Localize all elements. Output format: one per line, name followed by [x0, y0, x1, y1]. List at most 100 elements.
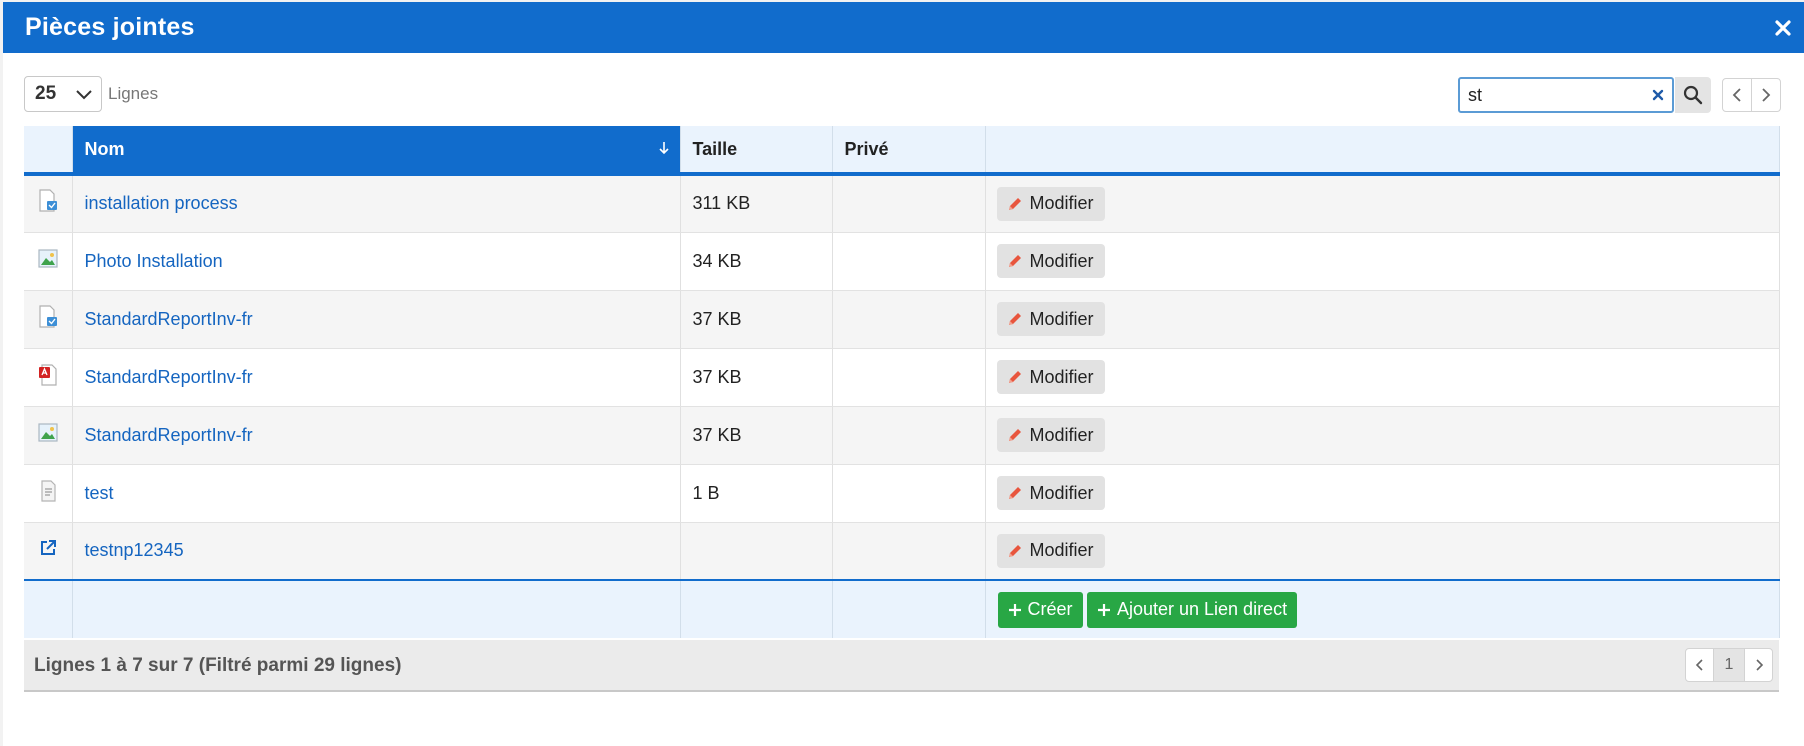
icon-column-header: [24, 126, 73, 176]
private-cell: [832, 522, 986, 581]
private-cell: [832, 348, 986, 407]
file-name-link[interactable]: testnp12345: [85, 540, 184, 560]
pdf-icon: [37, 363, 59, 391]
footer-cell: [680, 579, 833, 638]
file-name-link[interactable]: installation process: [85, 193, 238, 213]
page-length-select[interactable]: 25: [24, 76, 102, 112]
search-icon: [1683, 85, 1703, 105]
column-header-size[interactable]: Taille: [680, 126, 833, 176]
add-direct-link-button[interactable]: Ajouter un Lien direct: [1086, 591, 1298, 628]
search-box: [1458, 77, 1674, 113]
edit-button-label: Modifier: [1029, 366, 1094, 387]
name-cell: StandardReportInv-fr: [72, 348, 681, 407]
edit-button[interactable]: Modifier: [996, 418, 1105, 452]
file-name-link[interactable]: StandardReportInv-fr: [85, 309, 253, 329]
edit-button-label: Modifier: [1029, 482, 1094, 503]
next-page-button[interactable]: [1744, 648, 1773, 682]
file-name-link[interactable]: StandardReportInv-fr: [85, 367, 253, 387]
table-info-text: Lignes 1 à 7 sur 7 (Filtré parmi 29 lign…: [34, 655, 402, 676]
chevron-left-icon: [1695, 659, 1703, 671]
actions-cell: Modifier: [985, 464, 1780, 523]
file-type-cell: [24, 522, 73, 581]
plus-icon: [1008, 603, 1021, 616]
table-row: StandardReportInv-fr 37 KB Modifier: [24, 290, 1780, 349]
size-cell: [680, 522, 833, 581]
page-1-button[interactable]: 1: [1714, 648, 1744, 682]
edit-button[interactable]: Modifier: [996, 244, 1105, 278]
edit-button-label: Modifier: [1029, 424, 1094, 445]
size-cell: 311 KB: [680, 174, 833, 233]
chevron-right-icon: [1755, 659, 1763, 671]
column-header-name-label: Nom: [84, 138, 125, 159]
edit-button[interactable]: Modifier: [996, 533, 1105, 568]
file-type-cell: [24, 464, 73, 523]
pencil-icon: [1008, 429, 1021, 441]
image-icon: [37, 248, 59, 274]
file-name-link[interactable]: test: [85, 483, 114, 503]
edit-button-label: Modifier: [1029, 308, 1094, 329]
page-length-label: Lignes: [108, 84, 159, 103]
table-row: StandardReportInv-fr 37 KB Modifier: [24, 406, 1780, 465]
edit-button[interactable]: Modifier: [996, 186, 1105, 221]
document-icon: [37, 189, 59, 217]
file-type-cell: [24, 290, 73, 349]
name-cell: StandardReportInv-fr: [72, 290, 681, 349]
column-header-name[interactable]: Nom: [72, 126, 681, 176]
size-cell: 37 KB: [680, 348, 833, 407]
close-button[interactable]: [1766, 11, 1800, 45]
edit-button-label: Modifier: [1029, 250, 1094, 271]
table-footer-row: Créer Ajouter un Lien direct: [24, 579, 1780, 638]
search-input[interactable]: [1460, 80, 1644, 110]
footer-cell: [72, 579, 681, 638]
name-cell: installation process: [72, 174, 681, 233]
create-button[interactable]: Créer: [997, 591, 1083, 628]
file-type-cell: [24, 232, 73, 291]
edit-button[interactable]: Modifier: [996, 302, 1105, 336]
file-name-link[interactable]: StandardReportInv-fr: [85, 425, 253, 445]
clear-search-button[interactable]: [1644, 89, 1672, 101]
private-cell: [832, 232, 986, 291]
edit-button-label: Modifier: [1029, 193, 1094, 214]
table-header-row: Nom Taille Privé: [24, 126, 1780, 176]
dialog-title: Pièces jointes: [25, 13, 195, 41]
document-icon: [37, 304, 59, 333]
close-icon: [1775, 19, 1791, 36]
table-row: test 1 B Modifier: [24, 464, 1780, 523]
name-cell: Photo Installation: [72, 232, 681, 291]
private-cell: [832, 174, 986, 233]
image-icon: [37, 422, 59, 448]
name-cell: test: [72, 464, 681, 523]
chevron-down-icon: [76, 90, 92, 100]
create-button-label: Créer: [1027, 599, 1073, 619]
external-link-icon: [38, 540, 58, 562]
table-row: testnp12345 Modifier: [24, 522, 1780, 581]
size-cell: 37 KB: [680, 290, 833, 349]
plus-icon: [1097, 603, 1110, 616]
column-header-private[interactable]: Privé: [832, 126, 986, 176]
actions-cell: Modifier: [985, 522, 1780, 581]
pencil-icon: [1008, 487, 1021, 499]
scroll-next-button[interactable]: [1751, 78, 1781, 112]
previous-page-button[interactable]: [1685, 648, 1714, 682]
pencil-icon: [1008, 371, 1021, 383]
footer-actions: Créer Ajouter un Lien direct: [985, 579, 1780, 638]
text-file-icon: [37, 479, 59, 507]
search-button[interactable]: [1675, 77, 1711, 113]
file-name-link[interactable]: Photo Installation: [85, 251, 223, 271]
file-type-cell: [24, 174, 73, 233]
name-cell: testnp12345: [72, 522, 681, 581]
edit-button[interactable]: Modifier: [996, 360, 1105, 394]
edit-button[interactable]: Modifier: [996, 476, 1105, 510]
chevron-right-icon: [1762, 88, 1771, 102]
sort-down-icon: [658, 142, 669, 155]
actions-cell: Modifier: [985, 232, 1780, 291]
scroll-prev-button[interactable]: [1722, 78, 1752, 112]
edit-button-label: Modifier: [1029, 540, 1094, 561]
chevron-left-icon: [1732, 88, 1741, 102]
pencil-icon: [1008, 255, 1021, 267]
private-cell: [832, 406, 986, 465]
table-row: installation process 311 KB Modifier: [24, 174, 1780, 233]
table-info-bar: Lignes 1 à 7 sur 7 (Filtré parmi 29 lign…: [24, 640, 1779, 692]
pagination: 1: [1685, 648, 1773, 682]
table-row: StandardReportInv-fr 37 KB Modifier: [24, 348, 1780, 407]
